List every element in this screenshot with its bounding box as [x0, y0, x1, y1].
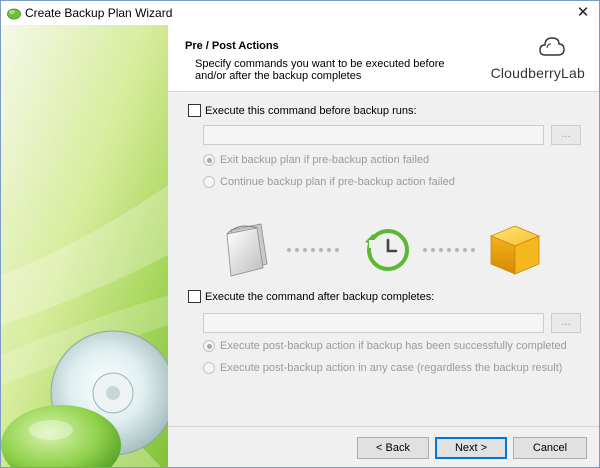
page-description: Specify commands you want to be executed…	[195, 58, 445, 82]
post-backup-option-any[interactable]: Execute post-backup action in any case (…	[203, 362, 562, 374]
post-backup-option-success-label: Execute post-backup action if backup has…	[220, 340, 567, 352]
post-backup-command-field[interactable]	[203, 313, 544, 333]
radio-unselected[interactable]	[203, 176, 215, 188]
pre-backup-checkbox-label: Execute this command before backup runs:	[205, 104, 417, 117]
back-button[interactable]: < Back	[357, 437, 429, 459]
page-title: Pre / Post Actions	[185, 40, 279, 52]
post-backup-browse-button[interactable]: ...	[551, 313, 581, 333]
clock-arrow-icon	[365, 229, 409, 271]
window-title: Create Backup Plan Wizard	[25, 6, 173, 20]
cloudberry-logo: CloudberryLab	[491, 35, 585, 85]
post-backup-checkbox-label: Execute the command after backup complet…	[205, 290, 435, 303]
backup-flow-illustration	[226, 223, 541, 277]
flow-dots-left	[287, 248, 339, 252]
pre-backup-option-exit-label: Exit backup plan if pre-backup action fa…	[220, 154, 430, 166]
radio-selected[interactable]	[203, 154, 215, 166]
pre-backup-command-field[interactable]	[203, 125, 544, 145]
cancel-button[interactable]: Cancel	[513, 437, 587, 459]
pre-backup-checkbox-row[interactable]: Execute this command before backup runs:	[188, 104, 417, 117]
page-header: Pre / Post Actions Specify commands you …	[168, 25, 599, 91]
actions-panel: Execute this command before backup runs:…	[168, 92, 599, 426]
wizard-side-banner	[1, 25, 168, 467]
documents-icon	[226, 223, 268, 277]
brand-name: CloudberryLab	[490, 65, 585, 81]
post-backup-checkbox[interactable]	[188, 290, 201, 303]
cloud-icon	[539, 37, 565, 56]
storage-cube-icon	[489, 225, 541, 275]
pre-backup-option-continue[interactable]: Continue backup plan if pre-backup actio…	[203, 176, 455, 188]
pre-backup-option-continue-label: Continue backup plan if pre-backup actio…	[220, 176, 455, 188]
next-button[interactable]: Next >	[435, 437, 507, 459]
post-backup-option-any-label: Execute post-backup action in any case (…	[220, 362, 563, 374]
pre-backup-browse-button[interactable]: ...	[551, 125, 581, 145]
flow-dots-right	[423, 248, 475, 252]
title-bar: Create Backup Plan Wizard ✕	[1, 1, 599, 25]
pre-backup-option-exit[interactable]: Exit backup plan if pre-backup action fa…	[203, 154, 429, 166]
radio-selected[interactable]	[203, 340, 215, 352]
close-button[interactable]: ✕	[567, 1, 599, 25]
post-backup-option-success[interactable]: Execute post-backup action if backup has…	[203, 340, 567, 352]
wizard-window: Create Backup Plan Wizard ✕ Pre / Post A…	[0, 0, 600, 468]
app-icon	[7, 8, 21, 20]
footer-divider	[168, 426, 599, 427]
post-backup-checkbox-row[interactable]: Execute the command after backup complet…	[188, 290, 434, 303]
pre-backup-checkbox[interactable]	[188, 104, 201, 117]
radio-unselected[interactable]	[203, 362, 215, 374]
